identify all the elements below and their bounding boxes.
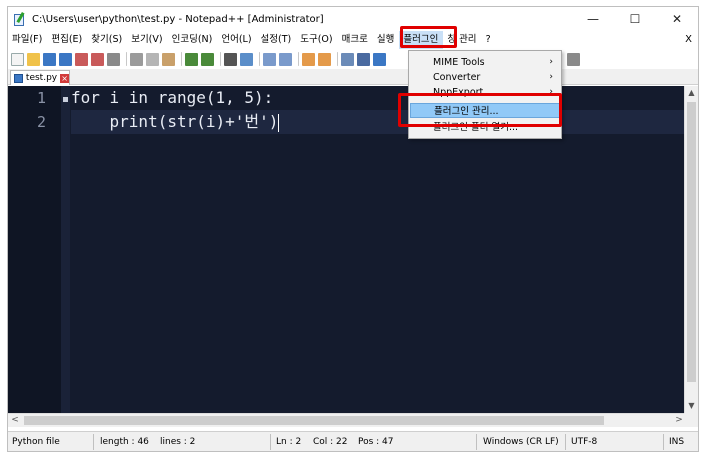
menu-item-converter[interactable]: Converter › (410, 70, 561, 85)
line-number: 2 (36, 113, 46, 131)
menu-language[interactable]: 언어(L) (217, 31, 256, 49)
close-tab-icon[interactable]: × (60, 73, 69, 83)
close-button[interactable]: ✕ (656, 7, 698, 31)
status-eol: Windows (CR LF) (483, 437, 559, 447)
close-all-icon[interactable] (91, 52, 104, 66)
tab-test-py[interactable]: test.py × (10, 70, 70, 85)
paste-icon[interactable] (162, 52, 175, 66)
undo-icon[interactable] (185, 52, 198, 66)
status-lines: lines : 2 (160, 437, 196, 447)
minimize-button[interactable]: — (572, 7, 614, 31)
submenu-arrow-icon: › (549, 72, 553, 82)
scroll-left-button[interactable]: < (8, 414, 22, 427)
submenu-arrow-icon: › (549, 57, 553, 67)
status-ln: Ln : 2 (276, 437, 302, 447)
status-bar: Python file length : 46 lines : 2 Ln : 2… (8, 431, 698, 451)
code-line-current: print(str(i)+'번') (71, 110, 686, 134)
menu-item-mime-tools[interactable]: MIME Tools › (410, 55, 561, 70)
menu-run[interactable]: 실행 (373, 31, 399, 49)
menu-encoding[interactable]: 인코딩(N) (168, 31, 218, 49)
copy-icon[interactable] (146, 52, 159, 66)
sync-horizontal-icon[interactable] (318, 52, 331, 66)
menu-search[interactable]: 찾기(S) (87, 31, 127, 49)
redo-icon[interactable] (201, 52, 214, 66)
notepadpp-window: C:\Users\user\python\test.py - Notepad++… (7, 6, 699, 452)
menu-macro[interactable]: 매크로 (338, 31, 373, 49)
close-document-button[interactable]: X (685, 31, 692, 49)
toolbar-separator (126, 52, 127, 66)
menu-help[interactable]: ? (482, 31, 496, 49)
save-all-icon[interactable] (59, 52, 72, 66)
word-wrap-icon[interactable] (341, 52, 354, 66)
menu-view[interactable]: 보기(V) (127, 31, 167, 49)
status-insert-mode: INS (669, 437, 685, 447)
highlight-box-plugins-admin (398, 93, 562, 127)
menu-tools[interactable]: 도구(O) (296, 31, 337, 49)
notepadpp-app-icon (13, 11, 27, 26)
highlight-box-plugins-menu (400, 26, 457, 48)
status-length: length : 46 (100, 437, 149, 447)
code-editor[interactable]: 1 2 for i in range(1, 5): print(str(i)+'… (8, 86, 686, 413)
line-number: 1 (36, 89, 46, 107)
new-file-icon[interactable] (11, 52, 24, 66)
zoom-in-icon[interactable] (263, 52, 276, 66)
text-caret (278, 113, 280, 132)
scroll-down-button[interactable]: ▼ (685, 399, 698, 413)
save-icon[interactable] (43, 52, 56, 66)
maximize-button[interactable]: ☐ (614, 7, 656, 31)
vertical-scrollbar[interactable]: ▲ ▼ (684, 86, 698, 413)
horizontal-scrollbar[interactable]: < > (8, 413, 686, 427)
scroll-up-button[interactable]: ▲ (685, 86, 698, 100)
open-file-icon[interactable] (27, 52, 40, 66)
scrollbar-corner (684, 413, 698, 427)
status-col: Col : 22 (313, 437, 348, 447)
horizontal-scroll-thumb[interactable] (24, 416, 604, 425)
toolbar-separator (220, 52, 221, 66)
close-file-icon[interactable] (75, 52, 88, 66)
function-list-icon[interactable] (567, 52, 580, 66)
show-all-chars-icon[interactable] (357, 52, 370, 66)
fold-marker-icon[interactable] (63, 97, 68, 102)
code-area[interactable]: for i in range(1, 5): print(str(i)+'번') (71, 86, 686, 413)
replace-icon[interactable] (240, 52, 253, 66)
status-pos: Pos : 47 (358, 437, 394, 447)
sync-vertical-icon[interactable] (302, 52, 315, 66)
print-icon[interactable] (107, 52, 120, 66)
fold-margin[interactable] (61, 86, 70, 413)
find-icon[interactable] (224, 52, 237, 66)
toolbar-separator (181, 52, 182, 66)
tab-bar: test.py × (8, 69, 698, 85)
zoom-out-icon[interactable] (279, 52, 292, 66)
code-line: for i in range(1, 5): (71, 88, 274, 107)
cut-icon[interactable] (130, 52, 143, 66)
title-bar: C:\Users\user\python\test.py - Notepad++… (8, 7, 698, 31)
toolbar-separator (259, 52, 260, 66)
menu-file[interactable]: 파일(F) (8, 31, 47, 49)
tab-label: test.py (25, 73, 58, 83)
toolbar-separator (337, 52, 338, 66)
menu-bar: 파일(F) 편집(E) 찾기(S) 보기(V) 인코딩(N) 언어(L) 설정(… (8, 31, 698, 49)
status-encoding: UTF-8 (571, 437, 598, 447)
menu-settings[interactable]: 설정(T) (257, 31, 297, 49)
toolbar-separator (298, 52, 299, 66)
status-file-type: Python file (12, 437, 60, 447)
saved-file-icon (14, 73, 23, 83)
toolbar (8, 49, 698, 69)
indent-guide-icon[interactable] (373, 52, 386, 66)
window-title: C:\Users\user\python\test.py - Notepad++… (32, 13, 324, 25)
line-number-gutter: 1 2 (8, 86, 61, 413)
vertical-scroll-thumb[interactable] (687, 102, 696, 382)
menu-edit[interactable]: 편집(E) (47, 31, 87, 49)
